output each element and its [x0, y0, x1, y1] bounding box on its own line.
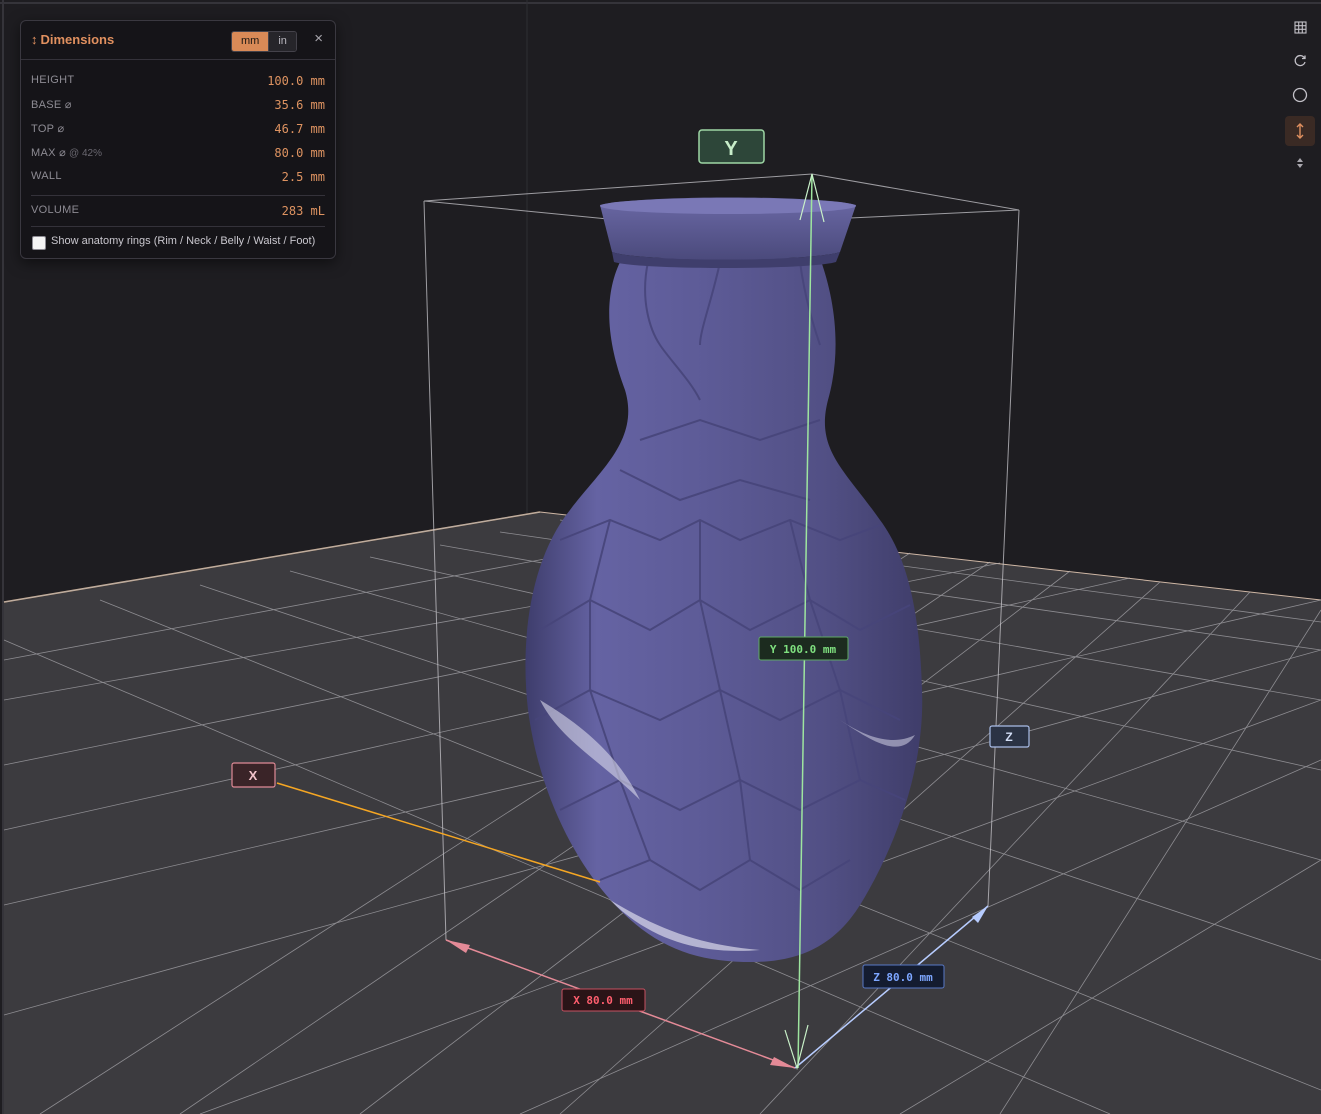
- dimensions-panel: ↕ Dimensions mm in × HEIGHT 100.0 mm BASE…: [20, 20, 336, 259]
- grid-icon: [1293, 20, 1307, 34]
- close-button[interactable]: ×: [314, 30, 323, 48]
- vase-model[interactable]: [525, 197, 923, 963]
- row-max: MAX ⌀ @ 42% 80.0 mm: [21, 141, 335, 165]
- unit-in-button[interactable]: in: [268, 32, 296, 51]
- max-label-text: MAX ⌀: [31, 147, 67, 159]
- rotate-button[interactable]: [1286, 47, 1314, 75]
- height-label: HEIGHT: [31, 74, 75, 86]
- y-axis-label: Y: [698, 129, 765, 164]
- row-top: TOP ⌀ 46.7 mm: [21, 117, 335, 141]
- rotate-icon: [1294, 54, 1306, 67]
- close-icon: ×: [314, 30, 323, 47]
- diamond-icon: [1297, 158, 1303, 168]
- dimensions-icon: [1296, 123, 1304, 139]
- circle-button[interactable]: [1286, 81, 1314, 109]
- dimensions-button[interactable]: [1285, 116, 1315, 146]
- grid-button[interactable]: [1286, 13, 1314, 41]
- unit-mm-button[interactable]: mm: [232, 32, 269, 51]
- anatomy-rings-checkbox[interactable]: [32, 236, 46, 250]
- svg-text:X 80.0 mm: X 80.0 mm: [573, 994, 633, 1007]
- 3d-viewport[interactable]: Y X Z Y 100.0 mm X 80.0 mm Z 80.0 mm ↕ D…: [0, 0, 1321, 1114]
- svg-text:Y: Y: [724, 138, 738, 160]
- max-position-note: @ 42%: [69, 148, 102, 159]
- svg-text:Z: Z: [1005, 730, 1012, 744]
- top-label: TOP ⌀: [31, 123, 65, 135]
- max-value: 80.0 mm: [274, 146, 325, 160]
- panel-header: ↕ Dimensions mm in ×: [21, 21, 335, 60]
- row-wall: WALL 2.5 mm: [21, 165, 335, 189]
- anatomy-rings-label[interactable]: Show anatomy rings (Rim / Neck / Belly /…: [51, 235, 315, 247]
- panel-title-text: Dimensions: [40, 32, 115, 47]
- dimension-rows: HEIGHT 100.0 mm BASE ⌀ 35.6 mm TOP ⌀ 46.…: [21, 60, 335, 259]
- wall-label: WALL: [31, 170, 62, 182]
- x-measurement-badge: X 80.0 mm: [561, 988, 646, 1012]
- top-value: 46.7 mm: [274, 122, 325, 136]
- wall-value: 2.5 mm: [281, 170, 325, 184]
- max-label: MAX ⌀ @ 42%: [31, 146, 102, 159]
- svg-text:Y 100.0 mm: Y 100.0 mm: [770, 643, 837, 656]
- z-measurement-badge: Z 80.0 mm: [862, 964, 945, 989]
- height-value: 100.0 mm: [267, 74, 325, 88]
- row-height: HEIGHT 100.0 mm: [21, 69, 335, 93]
- dimensions-icon: ↕: [31, 32, 38, 47]
- svg-text:Z 80.0 mm: Z 80.0 mm: [873, 971, 933, 984]
- volume-value: 283 mL: [281, 204, 325, 218]
- volume-label: VOLUME: [31, 204, 80, 216]
- circle-icon: [1292, 87, 1308, 103]
- base-value: 35.6 mm: [274, 98, 325, 112]
- svg-text:X: X: [249, 768, 258, 783]
- panel-title: ↕ Dimensions: [31, 32, 114, 47]
- unit-toggle: mm in: [231, 31, 297, 52]
- z-axis-label: Z: [989, 725, 1030, 748]
- row-base: BASE ⌀ 35.6 mm: [21, 93, 335, 117]
- row-volume: VOLUME 283 mL: [21, 196, 335, 226]
- x-axis-label: X: [231, 762, 276, 788]
- anatomy-rings-toggle[interactable]: Show anatomy rings (Rim / Neck / Belly /…: [21, 227, 335, 259]
- base-label: BASE ⌀: [31, 99, 72, 111]
- diamond-button[interactable]: [1286, 149, 1314, 177]
- y-measurement-badge: Y 100.0 mm: [758, 636, 849, 661]
